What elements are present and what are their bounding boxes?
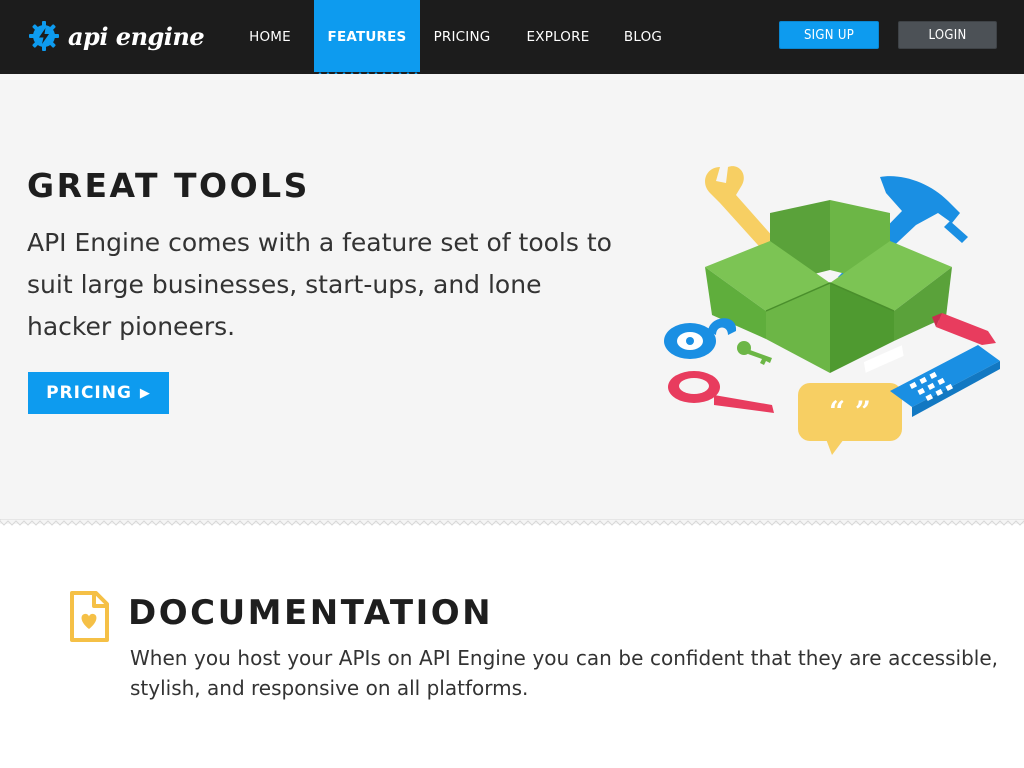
hero-title: GREAT TOOLS: [27, 166, 310, 205]
documentation-title: DOCUMENTATION: [128, 593, 494, 633]
documentation-description: When you host your APIs on API Engine yo…: [130, 646, 998, 700]
magnifier-icon: [668, 371, 774, 413]
tools-illustration: “ ”: [664, 166, 1000, 455]
nav-pricing[interactable]: PRICING: [424, 0, 500, 74]
login-button[interactable]: LOGIN: [898, 21, 997, 49]
signup-button[interactable]: SIGN UP: [779, 21, 879, 49]
svg-text:“ ”: “ ”: [829, 395, 871, 428]
play-arrow-icon: ▶: [139, 385, 151, 401]
nav-home[interactable]: HOME: [236, 0, 304, 74]
pricing-cta-label: PRICING: [46, 383, 132, 403]
nav-blog[interactable]: BLOG: [612, 0, 674, 74]
gear-bolt-icon: [29, 21, 59, 51]
pricing-cta-button[interactable]: PRICING ▶: [28, 372, 169, 414]
top-navbar: api engine HOME FEATURES PRICING EXPLORE…: [0, 0, 1024, 74]
lock-icon: [664, 318, 737, 359]
logo[interactable]: api engine: [28, 18, 205, 54]
hero-description: API Engine comes with a feature set of t…: [27, 228, 612, 341]
nav-features[interactable]: FEATURES: [314, 0, 420, 74]
key-icon: [737, 341, 772, 365]
document-heart-icon: [70, 591, 109, 642]
pencil-icon: [932, 313, 996, 345]
nav-explore[interactable]: EXPLORE: [516, 0, 600, 74]
quote-bubble-icon: “ ”: [798, 383, 902, 455]
hero-zigzag-edge: [0, 519, 1024, 526]
logo-text: api engine: [68, 21, 205, 51]
